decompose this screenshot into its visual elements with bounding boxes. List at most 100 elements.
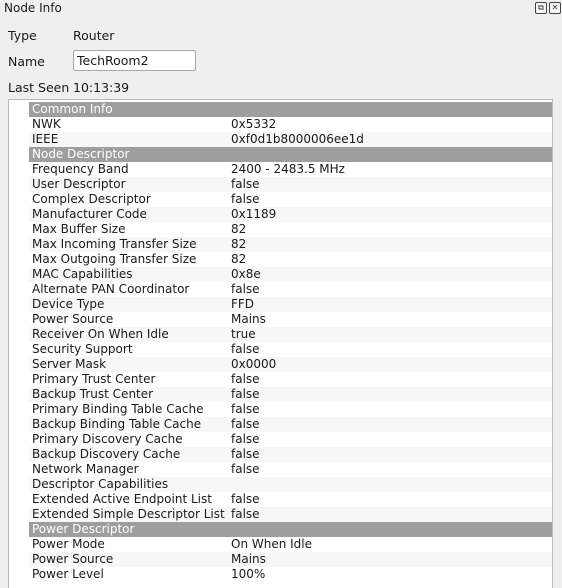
- section-title: Power Descriptor: [32, 522, 135, 536]
- last-seen-label: Last Seen: [8, 80, 70, 95]
- tree-row[interactable]: Extended Active Endpoint List false: [29, 492, 552, 507]
- property-name: NWK: [32, 117, 61, 131]
- property-value: false: [231, 462, 260, 476]
- property-value: 0x0000: [231, 357, 277, 371]
- tree-row[interactable]: Primary Binding Table Cache false: [29, 402, 552, 417]
- tree-row[interactable]: Extended Simple Descriptor List false: [29, 507, 552, 522]
- property-name: Primary Trust Center: [32, 372, 156, 386]
- property-name: Manufacturer Code: [32, 207, 147, 221]
- property-value: 0x5332: [231, 117, 277, 131]
- property-name: Power Source: [32, 552, 114, 566]
- close-icon[interactable]: ✕: [549, 2, 561, 14]
- property-value: false: [231, 402, 260, 416]
- tree-row[interactable]: Backup Trust Center false: [29, 387, 552, 402]
- property-name: MAC Capabilities: [32, 267, 133, 281]
- tree-row[interactable]: Network Manager false: [29, 462, 552, 477]
- property-value: false: [231, 432, 260, 446]
- tree-row[interactable]: Max Outgoing Transfer Size 82: [29, 252, 552, 267]
- tree-row[interactable]: IEEE 0xf0d1b8000006ee1d: [29, 132, 552, 147]
- tree-gutter: [9, 100, 29, 588]
- property-value: 82: [231, 252, 247, 266]
- property-value: FFD: [231, 297, 255, 311]
- property-name: Extended Active Endpoint List: [32, 492, 212, 506]
- property-value: false: [231, 342, 260, 356]
- property-name: Backup Discovery Cache: [32, 447, 181, 461]
- tree-section-header[interactable]: Common Info: [29, 102, 552, 117]
- node-info-tree[interactable]: Common Info NWK 0x5332 IEEE 0xf0d1b8000006ee…: [8, 99, 553, 588]
- tree-section-header[interactable]: Power Descriptor: [29, 522, 552, 537]
- property-name: Network Manager: [32, 462, 139, 476]
- property-value: false: [231, 447, 260, 461]
- tree-row[interactable]: Power Level 100%: [29, 567, 552, 582]
- property-value: false: [231, 417, 260, 431]
- property-name: Max Incoming Transfer Size: [32, 237, 197, 251]
- section-title: Node Descriptor: [32, 147, 130, 161]
- tree-row[interactable]: Max Buffer Size 82: [29, 222, 552, 237]
- property-name: Frequency Band: [32, 162, 129, 176]
- property-value: Mains: [231, 312, 266, 326]
- property-value: Mains: [231, 552, 266, 566]
- property-name: Security Support: [32, 342, 133, 356]
- property-value: false: [231, 282, 260, 296]
- tree-row[interactable]: Power Mode On When Idle: [29, 537, 552, 552]
- float-icon[interactable]: ⧉: [535, 2, 547, 14]
- tree-row[interactable]: Receiver On When Idle true: [29, 327, 552, 342]
- property-value: 100%: [231, 567, 266, 581]
- property-value: false: [231, 387, 260, 401]
- tree-row[interactable]: Frequency Band 2400 - 2483.5 MHz: [29, 162, 552, 177]
- title-bar: Node Info ⧉ ✕: [0, 0, 562, 18]
- tree-row[interactable]: Backup Discovery Cache false: [29, 447, 552, 462]
- property-value: 0x8e: [231, 267, 261, 281]
- property-name: Alternate PAN Coordinator: [32, 282, 190, 296]
- property-value: 0x1189: [231, 207, 277, 221]
- property-name: Power Mode: [32, 537, 105, 551]
- property-value: 0xf0d1b8000006ee1d: [231, 132, 364, 146]
- property-name: Device Type: [32, 297, 105, 311]
- tree-row[interactable]: MAC Capabilities 0x8e: [29, 267, 552, 282]
- section-title: Common Info: [32, 102, 113, 116]
- property-name: Server Mask: [32, 357, 107, 371]
- property-value: 2400 - 2483.5 MHz: [231, 162, 345, 176]
- property-name: IEEE: [32, 132, 59, 146]
- property-name: Receiver On When Idle: [32, 327, 169, 341]
- tree-row[interactable]: Server Mask 0x0000: [29, 357, 552, 372]
- property-name: Backup Binding Table Cache: [32, 417, 202, 431]
- tree-row[interactable]: Security Support false: [29, 342, 552, 357]
- window-title: Node Info: [4, 1, 62, 15]
- property-name: User Descriptor: [32, 177, 126, 191]
- property-value: false: [231, 192, 260, 206]
- tree-row[interactable]: Manufacturer Code 0x1189: [29, 207, 552, 222]
- tree-row[interactable]: Power Source Mains: [29, 552, 552, 567]
- property-name: Descriptor Capabilities: [32, 477, 169, 491]
- tree-row[interactable]: Device Type FFD: [29, 297, 552, 312]
- tree-row[interactable]: Primary Trust Center false: [29, 372, 552, 387]
- tree-section-header[interactable]: Node Descriptor: [29, 147, 552, 162]
- type-value: Router: [73, 28, 115, 43]
- property-name: Extended Simple Descriptor List: [32, 507, 225, 521]
- tree-row[interactable]: Alternate PAN Coordinator false: [29, 282, 552, 297]
- property-name: Max Outgoing Transfer Size: [32, 252, 197, 266]
- property-name: Primary Discovery Cache: [32, 432, 183, 446]
- property-value: false: [231, 177, 260, 191]
- tree-row[interactable]: NWK 0x5332: [29, 117, 552, 132]
- property-value: 82: [231, 222, 247, 236]
- property-name: Max Buffer Size: [32, 222, 126, 236]
- type-label: Type: [8, 28, 37, 43]
- tree-row[interactable]: Power Source Mains: [29, 312, 552, 327]
- property-value: false: [231, 507, 260, 521]
- property-value: false: [231, 372, 260, 386]
- tree-row[interactable]: Backup Binding Table Cache false: [29, 417, 552, 432]
- property-name: Backup Trust Center: [32, 387, 154, 401]
- tree-row[interactable]: User Descriptor false: [29, 177, 552, 192]
- tree-row[interactable]: Complex Descriptor false: [29, 192, 552, 207]
- last-seen-value: 10:13:39: [73, 80, 130, 95]
- property-name: Complex Descriptor: [32, 192, 151, 206]
- property-name: Power Level: [32, 567, 104, 581]
- tree-row[interactable]: Max Incoming Transfer Size 82: [29, 237, 552, 252]
- tree-row[interactable]: Descriptor Capabilities: [29, 477, 552, 492]
- tree-row[interactable]: Primary Discovery Cache false: [29, 432, 552, 447]
- name-label: Name: [8, 54, 45, 69]
- property-value: false: [231, 492, 260, 506]
- property-value: 82: [231, 237, 247, 251]
- name-input[interactable]: [73, 50, 196, 71]
